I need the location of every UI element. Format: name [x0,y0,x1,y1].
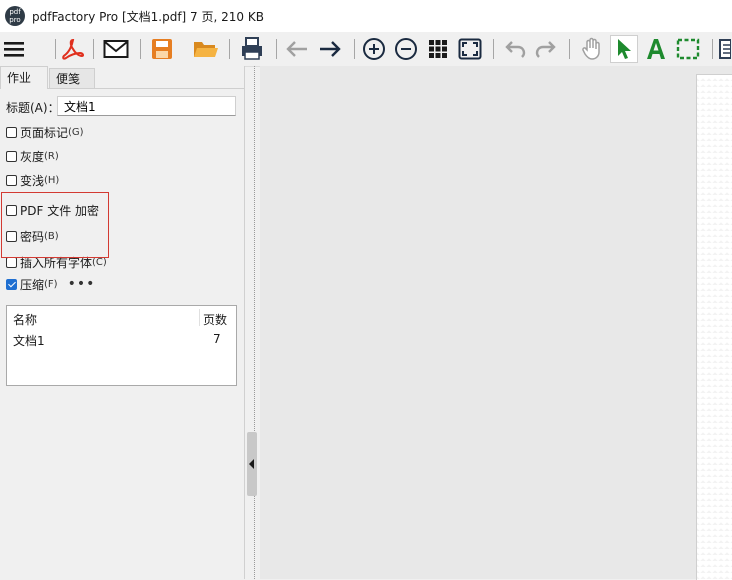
page-icon [717,37,731,61]
toolbar-separator [493,39,494,59]
page-marks-checkbox[interactable] [6,126,17,138]
more-options-button[interactable]: ••• [68,277,96,291]
toolbar-separator [354,39,355,59]
list-item[interactable]: 文档1 7 [7,330,236,348]
panel-tabs: 作业 便笺 [0,66,244,89]
select-rect-tool-button[interactable] [674,35,702,63]
window-title: pdfFactory Pro [文档1.pdf] 7 页, 210 KB [32,10,264,24]
back-button[interactable] [283,35,311,63]
option-label: 压缩 [20,277,45,292]
fit-page-button[interactable] [456,35,484,63]
print-button[interactable] [238,35,266,63]
undo-icon [505,39,527,59]
text-tool-button[interactable] [642,35,670,63]
undo-button[interactable] [502,35,530,63]
page-preview-area[interactable] [260,66,732,580]
acrobat-icon [61,37,85,61]
forward-arrow-icon [318,39,342,59]
pointer-icon [615,38,633,60]
option-shortcut: (F) [44,278,58,290]
option-label: 页面标记 [20,125,69,140]
page-view-button[interactable] [716,35,732,63]
document-name: 文档1 [13,334,45,348]
lighten-checkbox[interactable] [6,174,17,186]
compress-checkbox[interactable] [6,278,17,290]
option-shortcut: (R) [44,150,59,162]
option-label: 灰度 [20,149,45,164]
zoom-in-button[interactable] [360,35,388,63]
title-bar: pdf pro pdfFactory Pro [文档1.pdf] 7 页, 21… [0,0,732,32]
toolbar-separator [569,39,570,59]
toolbar-separator [93,39,94,59]
embed-fonts-checkbox[interactable] [6,256,17,268]
job-panel: 作业 便笺 标题(A)： 页面标记(G) 灰度(R) 变浅(H) PDF 文件 … [0,66,245,579]
page-preview [696,74,732,580]
email-icon [103,39,129,59]
hand-icon [581,37,603,61]
zoom-out-button[interactable] [392,35,420,63]
pdffactory-app-icon: pdf pro [5,6,25,26]
option-shortcut: (G) [68,126,84,138]
highlight-annotation-box [1,192,109,258]
grid-icon [428,39,448,59]
fit-page-icon [458,38,482,60]
document-pages: 7 [213,332,221,346]
email-button[interactable] [102,35,130,63]
pointer-tool-button[interactable] [610,35,638,63]
hand-tool-button[interactable] [578,35,606,63]
toolbar-separator [229,39,230,59]
tab-job[interactable]: 作业 [0,66,48,89]
menu-button[interactable] [0,35,28,63]
option-page-marks[interactable]: 页面标记 (G) [6,123,84,141]
panel-divider [254,66,255,579]
app-icon-text-top: pdf [9,8,21,16]
option-grayscale[interactable]: 灰度 (R) [6,147,59,165]
toolbar-separator [140,39,141,59]
toolbar [0,32,732,67]
zoom-out-icon [394,37,418,61]
document-list[interactable]: 名称 页数 文档1 7 [6,305,237,386]
app-icon-text-bottom: pro [9,16,21,24]
column-header-pages[interactable]: 页数 [203,311,227,328]
redo-icon [534,39,556,59]
tab-notes[interactable]: 便笺 [49,68,95,88]
thumbnails-grid-button[interactable] [424,35,452,63]
zoom-in-icon [362,37,386,61]
title-label: 标题(A)： [6,101,60,115]
title-input[interactable] [57,96,236,116]
column-divider [199,309,200,326]
save-button[interactable] [148,35,176,63]
open-folder-button[interactable] [192,35,220,63]
open-folder-icon [193,38,219,60]
forward-button[interactable] [316,35,344,63]
back-arrow-icon [285,39,309,59]
print-icon [241,37,263,61]
menu-icon [3,40,25,58]
grayscale-checkbox[interactable] [6,150,17,162]
collapse-arrow-icon [249,459,254,469]
text-icon [645,37,667,61]
toolbar-separator [55,39,56,59]
collapse-panel-handle[interactable] [247,432,257,496]
toolbar-separator [712,39,713,59]
option-compress[interactable]: 压缩 (F) ••• [6,275,95,293]
save-icon [151,38,173,60]
toolbar-separator [276,39,277,59]
option-lighten[interactable]: 变浅 (H) [6,171,59,189]
acrobat-button[interactable] [59,35,87,63]
select-rect-icon [676,38,700,60]
option-shortcut: (H) [44,174,60,186]
option-shortcut: (C) [92,256,107,268]
column-header-name[interactable]: 名称 [13,311,37,328]
redo-button[interactable] [531,35,559,63]
list-header: 名称 页数 [7,306,236,328]
option-label: 变浅 [20,173,45,188]
